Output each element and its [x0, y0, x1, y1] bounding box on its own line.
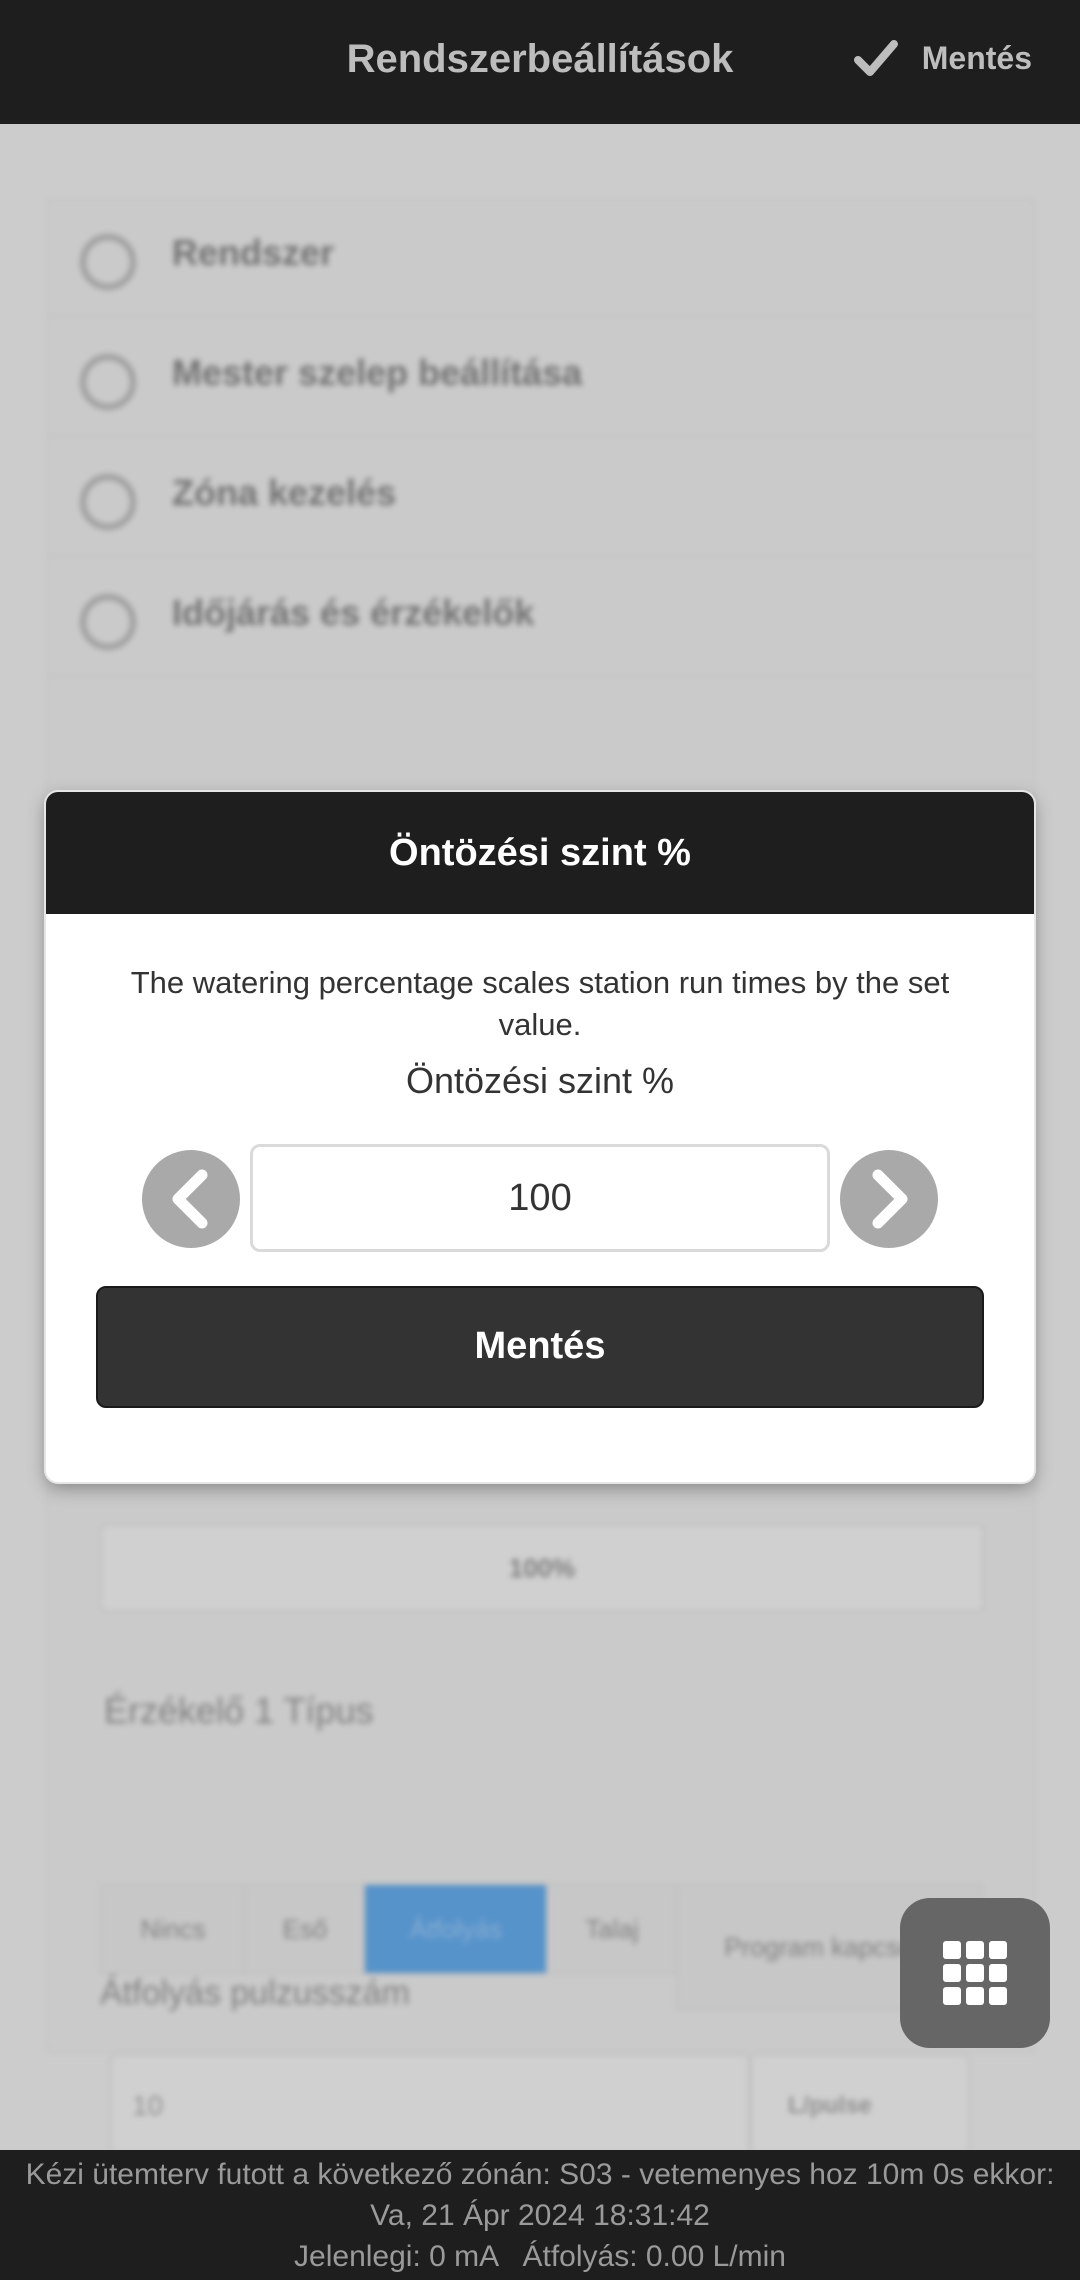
- increment-button[interactable]: [840, 1150, 938, 1248]
- check-icon: [853, 40, 898, 76]
- grid-icon: [943, 1941, 1007, 2005]
- dialog-save-button[interactable]: Mentés: [96, 1286, 984, 1408]
- status-line-current-flow: Jelenlegi: 0 mA Átfolyás: 0.00 L/min: [294, 2240, 786, 2273]
- status-footer: Kézi ütemterv futott a következő zónán: …: [0, 2150, 1080, 2280]
- chevron-right-icon: [872, 1169, 908, 1229]
- header-save-label: Mentés: [921, 39, 1032, 76]
- status-line-datetime: Va, 21 Ápr 2024 18:31:42: [370, 2199, 710, 2232]
- chevron-left-icon: [172, 1169, 208, 1229]
- header-save-button[interactable]: Mentés: [853, 30, 1032, 86]
- top-bar: Rendszerbeállítások Mentés: [0, 0, 1080, 124]
- status-line-schedule: Kézi ütemterv futott a következő zónán: …: [25, 2158, 1055, 2191]
- watering-level-dialog: Öntözési szint % The watering percentage…: [46, 792, 1034, 1482]
- dialog-title: Öntözési szint %: [46, 792, 1034, 914]
- decrement-button[interactable]: [142, 1150, 240, 1248]
- dialog-description: The watering percentage scales station r…: [130, 965, 950, 1042]
- menu-grid-button[interactable]: [900, 1898, 1050, 2048]
- field-label: Öntözési szint %: [405, 1060, 675, 1101]
- watering-level-input[interactable]: 100: [250, 1144, 830, 1252]
